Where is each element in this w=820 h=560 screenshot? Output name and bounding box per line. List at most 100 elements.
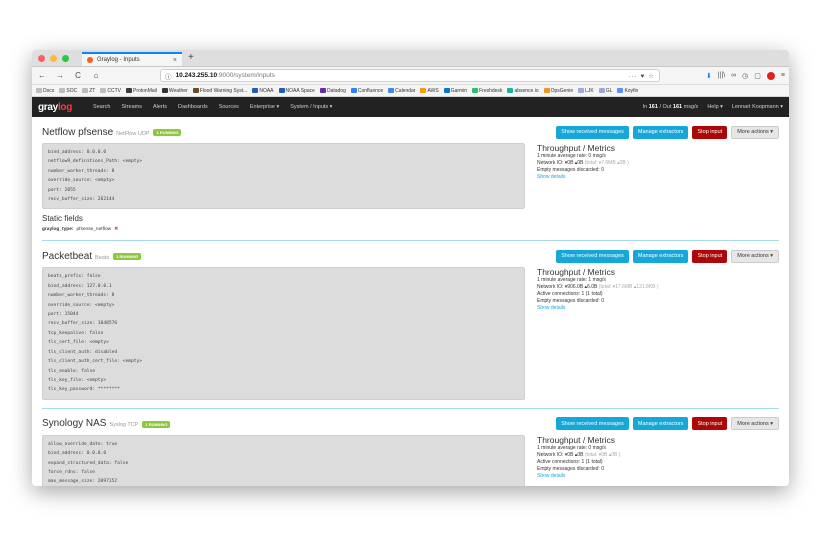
manage-extractors-button[interactable]: Manage extractors [632, 125, 689, 139]
nav-system-inputs[interactable]: System / Inputs ▾ [290, 104, 332, 110]
nav-help[interactable]: Help ▾ [707, 104, 723, 110]
bookmark-label: GL [605, 87, 613, 94]
page-actions-icon[interactable]: ··· ♥ ☆ [628, 72, 655, 80]
nav-dashboards[interactable]: Dashboards [178, 104, 208, 110]
show-details-link[interactable]: Show details [537, 473, 565, 479]
bookmark-label: Garmin [450, 87, 468, 94]
stop-input-button[interactable]: Stop input [692, 417, 728, 431]
config-line: bind_address: 127.0.0.1 [48, 283, 112, 289]
more-actions-button[interactable]: More actions ▾ [731, 125, 779, 139]
bookmark-icon [252, 88, 259, 93]
info-icon[interactable]: ⓘ [165, 71, 172, 81]
nav-sources[interactable]: Sources [219, 104, 239, 110]
bookmark-item[interactable]: AWS [420, 87, 439, 94]
bookmark-item[interactable]: Freshdesk [472, 88, 502, 94]
sidebar-icon[interactable]: ▢ [754, 72, 761, 80]
remove-static-field-icon[interactable]: ✖ [114, 226, 118, 232]
metrics-line: Empty messages discarded: 0 [537, 167, 604, 173]
nav-user-menu[interactable]: Lennart Koopmann ▾ [732, 104, 783, 110]
minimize-window-button[interactable] [50, 55, 57, 62]
logo-text-log: log [57, 101, 73, 113]
bookmark-item[interactable]: absence.io [507, 88, 539, 94]
bookmark-item[interactable]: ProtonMail [125, 88, 157, 94]
show-details-link[interactable]: Show details [537, 174, 565, 180]
config-line: netflow9_definitions_Path: <empty> [48, 159, 143, 165]
tab-close-icon[interactable]: × [173, 57, 177, 64]
manage-extractors-button[interactable]: Manage extractors [632, 417, 689, 431]
show-received-messages-button[interactable]: Show received messages [556, 417, 629, 431]
bookmark-icon [82, 88, 89, 93]
bookmark-item[interactable]: Calendar [388, 88, 415, 94]
history-icon[interactable]: ◷ [742, 72, 748, 80]
config-line: number_worker_threads: 8 [48, 168, 115, 174]
throughput-out-label: / Out [657, 104, 673, 110]
bookmark-item[interactable]: GL [598, 87, 613, 94]
nav-search[interactable]: Search [93, 104, 110, 110]
metrics-line: Empty messages discarded: 0 [537, 298, 604, 305]
stop-input-button[interactable]: Stop input [692, 249, 728, 263]
bookmark-label: OpsGenie [550, 87, 574, 94]
bookmark-item[interactable]: CCTV [100, 88, 121, 94]
downloads-icon[interactable]: ⬇ [706, 72, 712, 80]
config-block: bind_address: 0.0.0.0 netflow9_definition… [42, 143, 525, 210]
navigation-bar: ← → C ⌂ ⓘ 10.243.255.10:9000/system/inpu… [32, 67, 789, 85]
input-section: Packetbeat Beats 1 RUNNING Show received me… [42, 241, 779, 409]
bookmark-icon [420, 88, 427, 93]
inputs-list: Netflow pfsense NetFlow UDP 1 RUNNING Show … [32, 117, 789, 486]
extension-icon[interactable]: ∞ [731, 72, 736, 79]
status-badge: 1 RUNNING [142, 420, 171, 428]
home-button[interactable]: ⌂ [90, 71, 102, 80]
library-icon[interactable]: |||\ [718, 72, 725, 79]
bookmark-item[interactable]: SOC [59, 88, 77, 94]
bookmark-icon [443, 88, 450, 93]
more-actions-button[interactable]: More actions ▾ [731, 417, 779, 431]
show-details-link[interactable]: Show details [537, 305, 565, 311]
back-button[interactable]: ← [36, 71, 48, 80]
nav-streams[interactable]: Streams [121, 104, 141, 110]
bookmark-item[interactable]: LJK [578, 88, 594, 94]
adblock-icon[interactable] [766, 71, 775, 80]
status-badge: 1 RUNNING [153, 129, 182, 136]
bookmark-item[interactable]: Flood Warning Syst... [192, 88, 247, 94]
config-line: number_worker_threads: 8 [48, 293, 115, 299]
nav-alerts[interactable]: Alerts [153, 104, 167, 110]
graylog-logo[interactable]: graylog [38, 102, 72, 113]
bookmark-label: AWS [427, 87, 439, 94]
bookmark-item[interactable]: NOAA [252, 88, 274, 94]
input-header: Packetbeat Beats 1 RUNNING Show received me… [42, 241, 779, 263]
show-received-messages-button[interactable]: Show received messages [556, 249, 629, 263]
bookmark-item[interactable]: Garmin [443, 87, 468, 94]
zoom-window-button[interactable] [62, 55, 69, 62]
show-received-messages-button[interactable]: Show received messages [556, 125, 629, 139]
input-title: Netflow pfsense [42, 126, 114, 138]
bookmark-label: Datadog [326, 87, 346, 94]
more-actions-button[interactable]: More actions ▾ [731, 249, 779, 263]
url-bar[interactable]: ⓘ 10.243.255.10:9000/system/inputs ··· ♥… [160, 69, 660, 82]
toolbar-icons: ⬇ |||\ ∞ ◷ ▢ ≡ [706, 71, 785, 80]
stop-input-button[interactable]: Stop input [692, 125, 728, 139]
bookmark-icon [100, 88, 107, 93]
bookmark-item[interactable]: NOAA Space [278, 88, 315, 94]
bookmark-item[interactable]: Koyfin [617, 88, 638, 94]
bookmark-item[interactable]: OpsGenie [543, 87, 574, 94]
manage-extractors-button[interactable]: Manage extractors [632, 249, 689, 263]
config-line: port: 2055 [48, 187, 76, 193]
bookmark-label: Docs [43, 87, 55, 94]
metrics-line: Active connections: 1 (1 total) [537, 291, 603, 298]
network-io-total: (total: ▾7.6MB ▴0B ) [583, 160, 629, 166]
forward-button[interactable]: → [54, 71, 66, 80]
nav-enterprise[interactable]: Enterprise ▾ [250, 104, 279, 110]
bookmark-item[interactable]: Docs [36, 88, 54, 94]
static-field-key: graylog_type: [42, 226, 74, 232]
reload-button[interactable]: C [72, 71, 84, 80]
config-line: recv_buffer_size: 262144 [48, 197, 115, 203]
config-line: tls_key_password: ******** [48, 387, 120, 393]
menu-icon[interactable]: ≡ [781, 72, 785, 79]
bookmark-item[interactable]: Weather [161, 88, 188, 94]
close-window-button[interactable] [38, 55, 45, 62]
bookmark-item[interactable]: Datadog [319, 87, 346, 94]
new-tab-button[interactable]: + [188, 52, 194, 66]
bookmark-item[interactable]: Confluence [350, 88, 383, 94]
browser-tab[interactable]: Graylog - Inputs × [82, 52, 182, 66]
bookmark-item[interactable]: ZT [82, 88, 95, 94]
